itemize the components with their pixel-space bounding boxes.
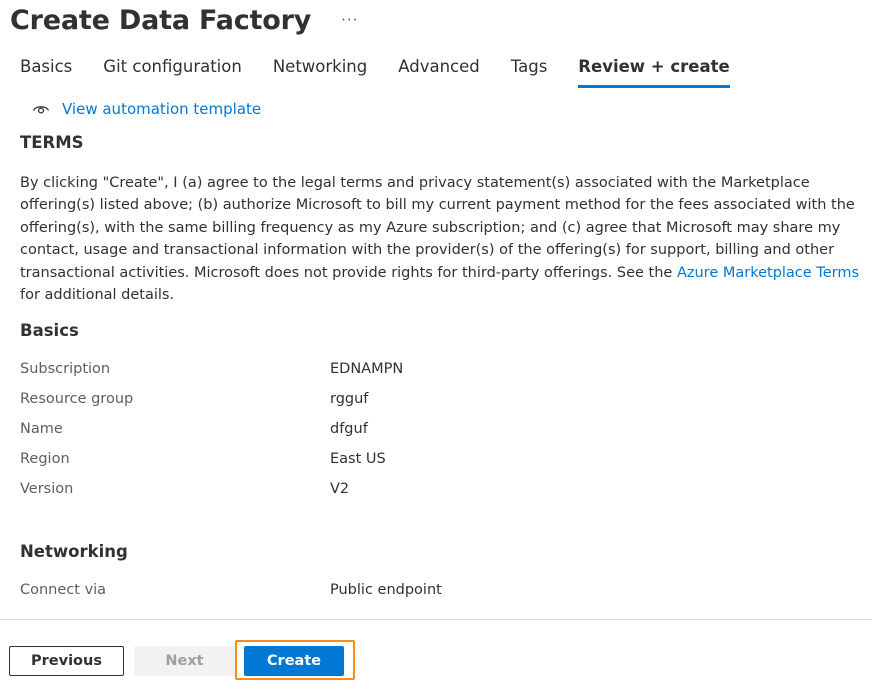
azure-marketplace-terms-link[interactable]: Azure Marketplace Terms	[677, 265, 859, 281]
tab-networking[interactable]: Networking	[273, 54, 367, 88]
networking-heading: Networking	[20, 542, 128, 561]
terms-text: By clicking "Create", I (a) agree to the…	[20, 172, 865, 306]
name-label: Name	[20, 421, 63, 437]
footer-divider	[0, 619, 872, 620]
more-options-icon[interactable]: ···	[341, 12, 358, 28]
name-value: dfguf	[330, 421, 368, 437]
tab-review-create[interactable]: Review + create	[578, 54, 731, 88]
terms-heading: TERMS	[20, 133, 84, 152]
subscription-value: EDNAMPN	[330, 361, 404, 377]
connect-via-value: Public endpoint	[330, 582, 442, 598]
terms-text-outro: for additional details.	[20, 287, 175, 304]
page-title: Create Data Factory	[10, 4, 312, 36]
version-label: Version	[20, 481, 74, 497]
resource-group-value: rgguf	[330, 391, 369, 407]
automation-link-label: View automation template	[62, 100, 262, 118]
create-button[interactable]: Create	[244, 646, 344, 676]
create-data-factory-page: Create Data Factory ··· Basics Git confi…	[0, 0, 872, 693]
subscription-label: Subscription	[20, 361, 111, 377]
tab-advanced[interactable]: Advanced	[398, 54, 480, 88]
view-automation-template-link[interactable]: View automation template	[32, 100, 261, 118]
connect-via-label: Connect via	[20, 582, 107, 598]
tab-basics[interactable]: Basics	[20, 54, 72, 88]
wizard-tabs: Basics Git configuration Networking Adva…	[20, 54, 761, 90]
previous-button[interactable]: Previous	[9, 646, 124, 676]
resource-group-label: Resource group	[20, 391, 134, 407]
next-button[interactable]: Next	[134, 646, 235, 676]
version-value: V2	[330, 481, 350, 497]
title-row: Create Data Factory ···	[10, 0, 358, 40]
tab-git-configuration[interactable]: Git configuration	[103, 54, 242, 88]
region-value: East US	[330, 451, 386, 467]
region-label: Region	[20, 451, 70, 467]
eye-icon	[32, 106, 50, 114]
basics-heading: Basics	[20, 321, 79, 340]
tab-tags[interactable]: Tags	[511, 54, 548, 88]
